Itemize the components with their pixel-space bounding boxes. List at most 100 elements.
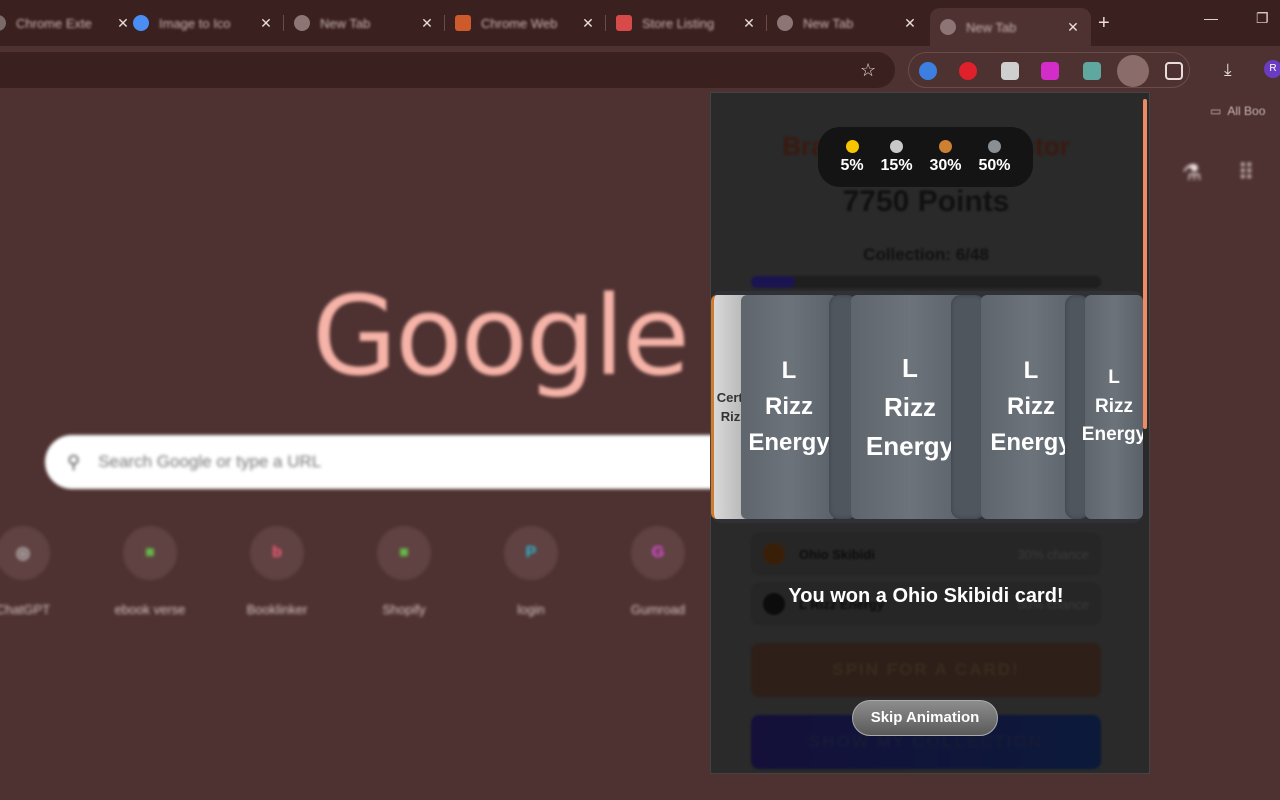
shortcut-shopify[interactable]: ■ Shopify [349, 526, 459, 617]
labs-flask-icon[interactable]: ⚗ [1182, 160, 1202, 186]
tab-title: Store Listing [642, 15, 715, 31]
legend-value: 15% [880, 156, 913, 174]
legend-dot-gray [987, 139, 1001, 153]
legend-dot-gold [845, 139, 859, 153]
card-line: Rizz [884, 391, 936, 422]
shortcut-login[interactable]: P login [476, 526, 586, 617]
rarity-dot [763, 543, 785, 565]
login-icon: P [504, 526, 558, 580]
shortcut-gumroad[interactable]: G Gumroad [603, 526, 713, 617]
bookmark-star-icon[interactable]: ☆ [860, 60, 876, 81]
card-line: Energy [990, 429, 1072, 456]
tab-favicon [616, 15, 632, 31]
card-l-rizz-energy: L Rizz Energy [741, 295, 837, 519]
download-icon[interactable]: ⤓ [1224, 60, 1232, 80]
extensions-bar [908, 52, 1190, 88]
card-l-rizz-energy: L Rizz Energy [1081, 295, 1143, 519]
chatgpt-icon: ◎ [0, 526, 50, 580]
extension-gray-icon[interactable] [1001, 62, 1019, 80]
tab-new-tab-active[interactable]: New Tab ✕ [930, 8, 1091, 46]
rarity-name: Ohio Skibidi [799, 546, 875, 562]
card-line: L [902, 352, 918, 383]
tab-chrome-extensions[interactable]: Chrome Exte ✕ [0, 8, 141, 38]
card-spinner: Certifi Rizzl L Rizz Energy L Rizz Energ… [711, 291, 1143, 523]
tab-close-icon[interactable]: ✕ [902, 15, 918, 32]
google-logo: Google [312, 272, 690, 400]
spin-button[interactable]: SPIN FOR A CARD! [751, 643, 1101, 697]
search-placeholder: Search Google or type a URL [98, 452, 322, 471]
tab-title: Chrome Exte [16, 15, 92, 31]
legend-common: 50% [978, 139, 1011, 175]
tab-chrome-web-store[interactable]: Chrome Web ✕ [445, 8, 606, 38]
tab-new-tab[interactable]: New Tab ✕ [284, 8, 445, 38]
tab-favicon [777, 15, 793, 31]
tab-new-tab[interactable]: New Tab ✕ [767, 8, 928, 38]
tab-image-to-icon[interactable]: Image to Ico ✕ [123, 8, 284, 38]
rarity-row-ohio-skibidi: Ohio Skibidi 30% chance [751, 533, 1101, 575]
collection-progress-bar [751, 276, 1101, 288]
card-divider [951, 295, 985, 519]
tab-strip: Chrome Exte ✕ Image to Ico ✕ New Tab ✕ C… [0, 0, 1280, 46]
shortcut-chatgpt[interactable]: ◎ ChatGPT [0, 526, 78, 617]
new-tab-plus-icon[interactable]: + [1098, 12, 1110, 35]
profile-avatar[interactable]: R [1264, 60, 1280, 78]
extension-map-icon[interactable] [1083, 62, 1101, 80]
address-bar[interactable] [0, 52, 895, 88]
search-box[interactable]: ⚲ Search Google or type a URL [45, 435, 765, 489]
tab-close-icon[interactable]: ✕ [1065, 19, 1081, 36]
extensions-puzzle-icon[interactable] [1165, 62, 1183, 80]
shopify-bag-icon: ■ [377, 526, 431, 580]
tab-favicon [455, 15, 471, 31]
legend-value: 5% [840, 156, 864, 174]
tab-title: New Tab [966, 19, 1017, 35]
shortcut-label: ChatGPT [0, 602, 51, 617]
card-line: Energy [748, 429, 830, 456]
legend-legendary: 5% [840, 139, 864, 175]
card-line: L [1108, 367, 1120, 389]
shortcut-label: Shopify [382, 602, 426, 617]
search-icon: ⚲ [67, 451, 81, 472]
legend-uncommon: 30% [930, 139, 962, 175]
tab-favicon [133, 15, 149, 31]
card-line: Energy [865, 430, 955, 461]
shortcut-label: Gumroad [630, 602, 686, 617]
shortcut-booklinker[interactable]: b Booklinker [222, 526, 332, 617]
extension-blue-icon[interactable] [919, 62, 937, 80]
legend-rare: 15% [880, 139, 913, 175]
tab-close-icon[interactable]: ✕ [580, 15, 596, 32]
tab-favicon [0, 15, 6, 31]
tab-title: Image to Ico [159, 15, 231, 31]
skip-animation-button[interactable]: Skip Animation [852, 700, 998, 736]
extension-red-icon[interactable] [959, 62, 977, 80]
browser-toolbar: ☆ ⤓ R [0, 46, 1280, 94]
card-line: Rizz [765, 393, 813, 420]
minimize-icon[interactable]: — [1204, 10, 1218, 26]
maximize-icon[interactable]: ❐ [1256, 10, 1269, 27]
points-display: 7750 Points [842, 185, 1010, 218]
tab-title: New Tab [320, 15, 371, 31]
tab-favicon [940, 19, 956, 35]
tab-close-icon[interactable]: ✕ [419, 15, 435, 32]
extension-popup: Brainrot Card Collector 7750 Points Coll… [710, 92, 1150, 774]
card-line: Energy [1081, 424, 1143, 446]
shortcut-label: Booklinker [246, 602, 308, 617]
tab-store-listing[interactable]: Store Listing ✕ [606, 8, 767, 38]
card-line: L [781, 357, 797, 384]
card-line: Rizz [1007, 393, 1055, 420]
shortcut-ebook-verse[interactable]: ■ ebook verse [95, 526, 205, 617]
extension-card-collector-icon[interactable] [1117, 55, 1149, 87]
tab-title: New Tab [803, 15, 854, 31]
gumroad-icon: G [631, 526, 685, 580]
tab-close-icon[interactable]: ✕ [741, 15, 757, 32]
collection-progress-fill [751, 276, 795, 288]
win-message: You won a Ohio Skibidi card! [788, 585, 1064, 607]
apps-grid-icon[interactable]: ⠿ [1238, 160, 1254, 186]
legend-value: 50% [978, 156, 1011, 174]
tab-close-icon[interactable]: ✕ [258, 15, 274, 32]
rarity-legend: 5% 15% 30% 50% [818, 127, 1033, 187]
legend-dot-silver [890, 139, 904, 153]
shortcut-label: login [517, 602, 545, 617]
rarity-chance: 30% chance [1017, 546, 1089, 562]
popup-scrollbar[interactable] [1143, 99, 1147, 429]
extension-pink-icon[interactable] [1041, 62, 1059, 80]
